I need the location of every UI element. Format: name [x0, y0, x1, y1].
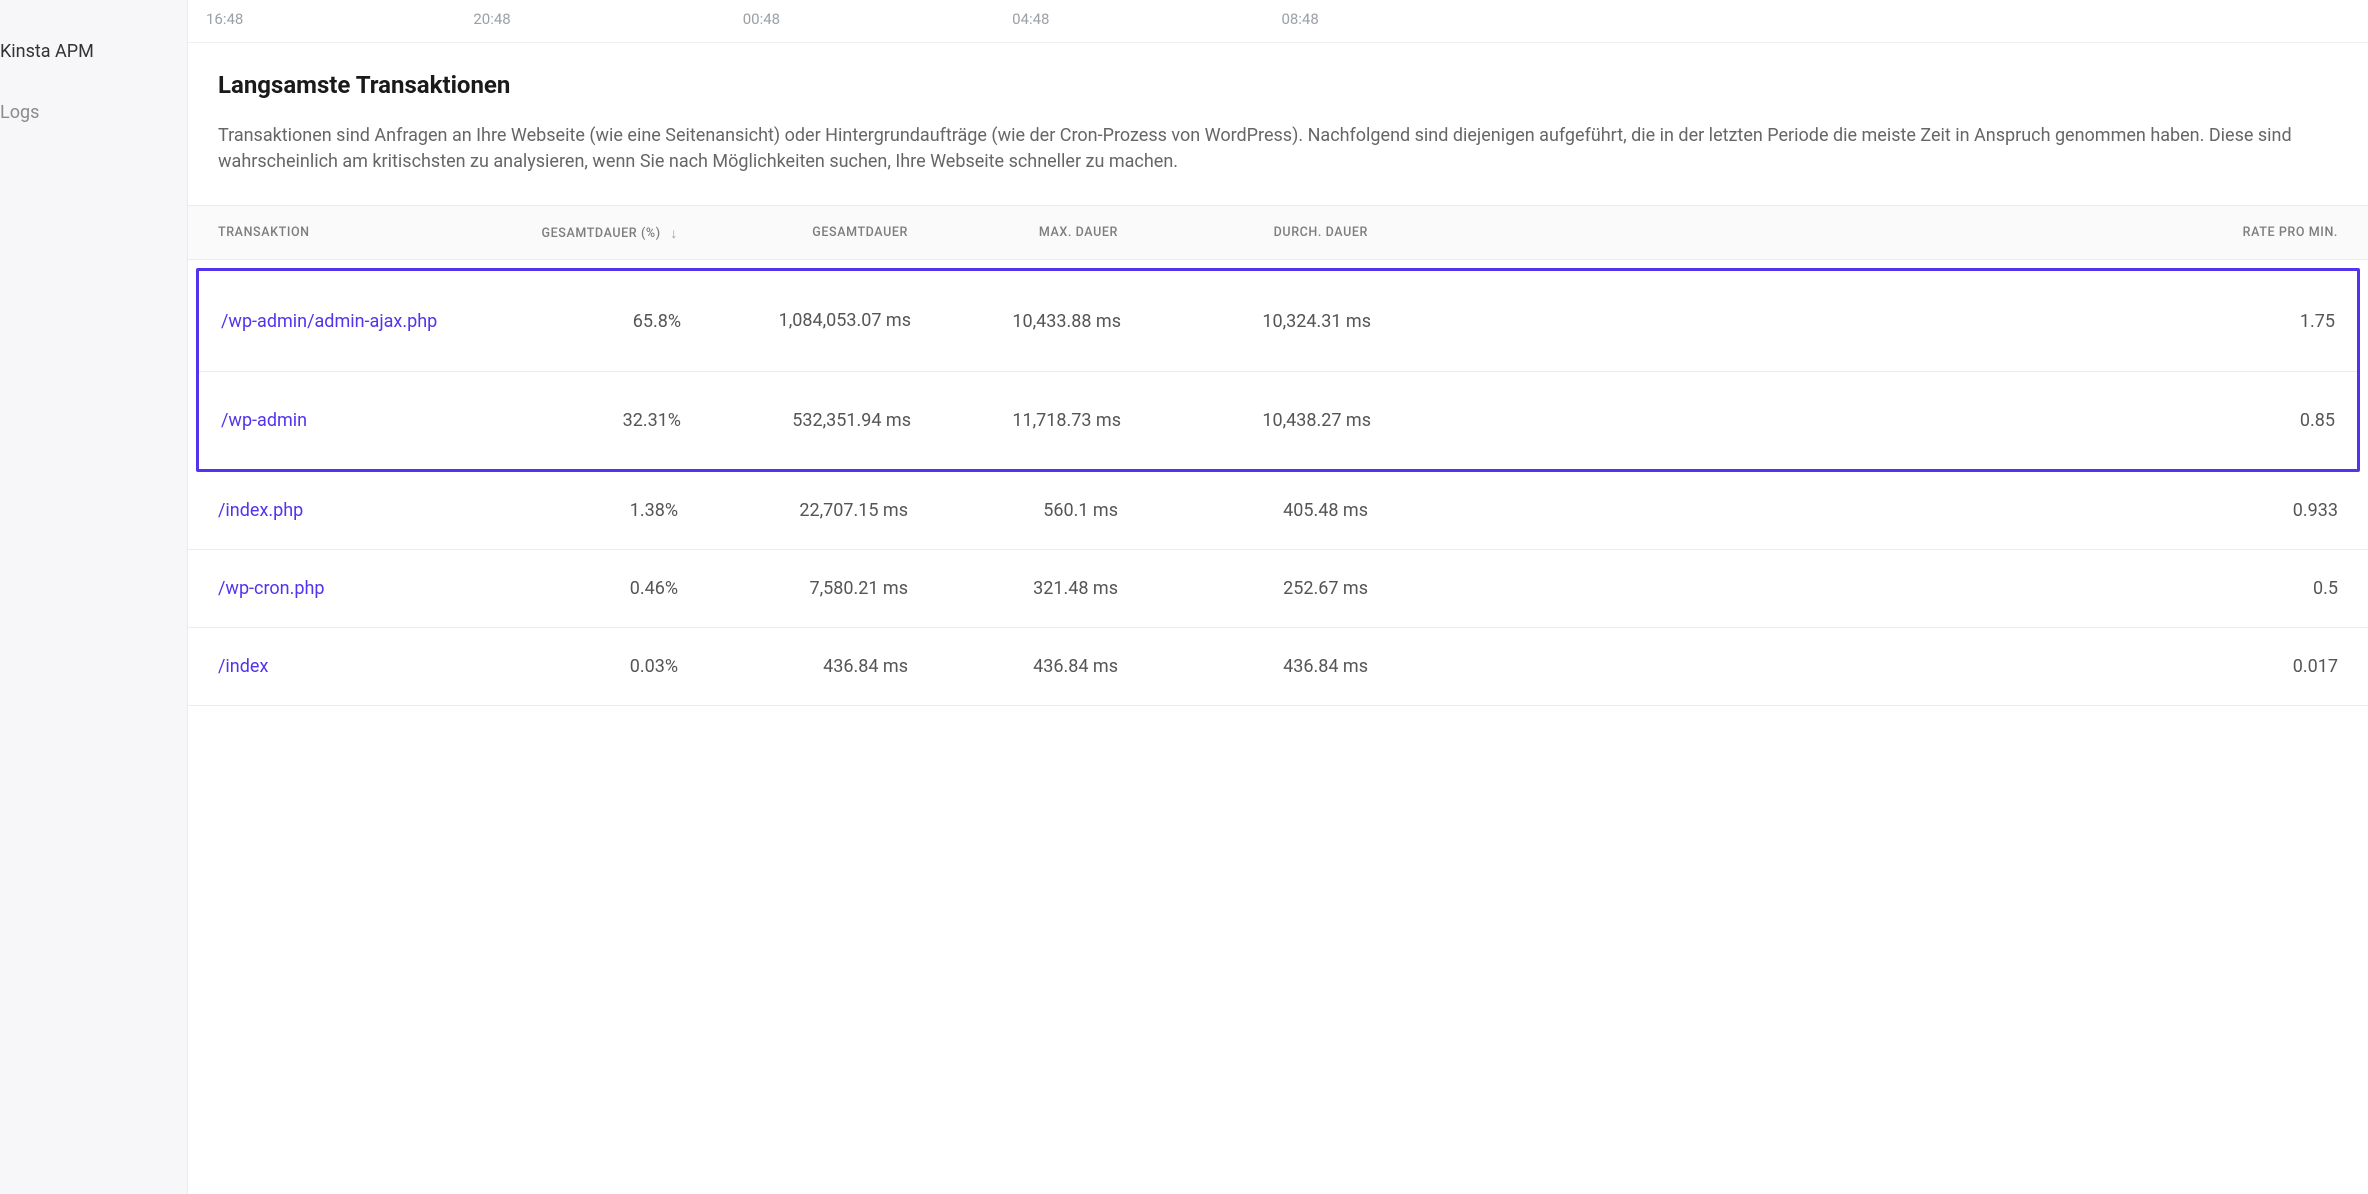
cell-rate: 1.75: [1381, 311, 2335, 332]
cell-max-dur: 321.48 ms: [918, 578, 1118, 599]
axis-tick: 08:48: [1281, 10, 1318, 28]
time-axis: 16:48 20:48 00:48 04:48 08:48: [188, 0, 2368, 43]
cell-avg-dur: 252.67 ms: [1128, 578, 1368, 599]
cell-transaction[interactable]: /wp-admin: [221, 410, 491, 431]
cell-rate: 0.933: [1378, 500, 2338, 521]
cell-max-dur: 560.1 ms: [918, 500, 1118, 521]
cell-transaction[interactable]: /index.php: [218, 500, 488, 521]
cell-total-dur: 22,707.15 ms: [688, 500, 908, 521]
cell-max-dur: 11,718.73 ms: [921, 410, 1121, 431]
col-avg-dur[interactable]: Durch. Dauer: [1128, 225, 1368, 240]
cell-total-pct: 0.03%: [498, 656, 678, 677]
table-row[interactable]: /wp-admin 32.31% 532,351.94 ms 11,718.73…: [199, 372, 2357, 469]
col-rate[interactable]: Rate pro Min.: [1378, 225, 2338, 240]
transactions-table: Transaktion Gesamtdauer (%) ↓ Gesamtdaue…: [188, 205, 2368, 706]
col-max-dur[interactable]: Max. Dauer: [918, 225, 1118, 240]
axis-tick: 04:48: [1012, 10, 1049, 28]
axis-tick: 20:48: [473, 10, 510, 28]
cell-transaction[interactable]: /wp-cron.php: [218, 578, 488, 599]
col-total-dur[interactable]: Gesamtdauer: [688, 225, 908, 240]
cell-total-dur: 532,351.94 ms: [691, 410, 911, 431]
table-header-row: Transaktion Gesamtdauer (%) ↓ Gesamtdaue…: [188, 205, 2368, 260]
cell-rate: 0.5: [1378, 578, 2338, 599]
sort-desc-icon: ↓: [670, 225, 678, 242]
table-row[interactable]: /index 0.03% 436.84 ms 436.84 ms 436.84 …: [188, 628, 2368, 706]
cell-total-pct: 1.38%: [498, 500, 678, 521]
sidebar-item-logs[interactable]: Logs: [0, 91, 187, 134]
cell-total-pct: 32.31%: [501, 410, 681, 431]
cell-avg-dur: 405.48 ms: [1128, 500, 1368, 521]
table-row[interactable]: /index.php 1.38% 22,707.15 ms 560.1 ms 4…: [188, 472, 2368, 550]
cell-avg-dur: 10,324.31 ms: [1131, 311, 1371, 332]
cell-max-dur: 436.84 ms: [918, 656, 1118, 677]
cell-total-pct: 0.46%: [498, 578, 678, 599]
cell-avg-dur: 10,438.27 ms: [1131, 410, 1371, 431]
col-total-pct[interactable]: Gesamtdauer (%) ↓: [498, 224, 678, 241]
cell-total-dur: 436.84 ms: [688, 656, 908, 677]
main-panel: 16:48 20:48 00:48 04:48 08:48 Langsamste…: [187, 0, 2368, 1194]
cell-max-dur: 10,433.88 ms: [921, 311, 1121, 332]
table-row[interactable]: /wp-cron.php 0.46% 7,580.21 ms 321.48 ms…: [188, 550, 2368, 628]
axis-tick: 00:48: [743, 10, 780, 28]
highlighted-rows: /wp-admin/admin-ajax.php 65.8% 1,084,053…: [196, 268, 2360, 472]
axis-tick: 16:48: [206, 10, 243, 28]
cell-total-dur: 7,580.21 ms: [688, 578, 908, 599]
cell-rate: 0.017: [1378, 656, 2338, 677]
table-row[interactable]: /wp-admin/admin-ajax.php 65.8% 1,084,053…: [199, 271, 2357, 372]
section-description: Transaktionen sind Anfragen an Ihre Webs…: [218, 123, 2338, 175]
cell-avg-dur: 436.84 ms: [1128, 656, 1368, 677]
cell-transaction[interactable]: /wp-admin/admin-ajax.php: [221, 311, 491, 332]
cell-rate: 0.85: [1381, 410, 2335, 431]
sidebar-item-kinsta-apm[interactable]: Kinsta APM: [0, 30, 187, 73]
section-heading: Langsamste Transaktionen: [218, 71, 2338, 99]
cell-transaction[interactable]: /index: [218, 656, 488, 677]
col-transaction[interactable]: Transaktion: [218, 225, 488, 240]
cell-total-dur: 1,084,053.07 ms: [691, 309, 911, 333]
sidebar: Kinsta APM Logs: [0, 0, 187, 1194]
col-total-pct-label: Gesamtdauer (%): [542, 226, 661, 241]
cell-total-pct: 65.8%: [501, 311, 681, 332]
